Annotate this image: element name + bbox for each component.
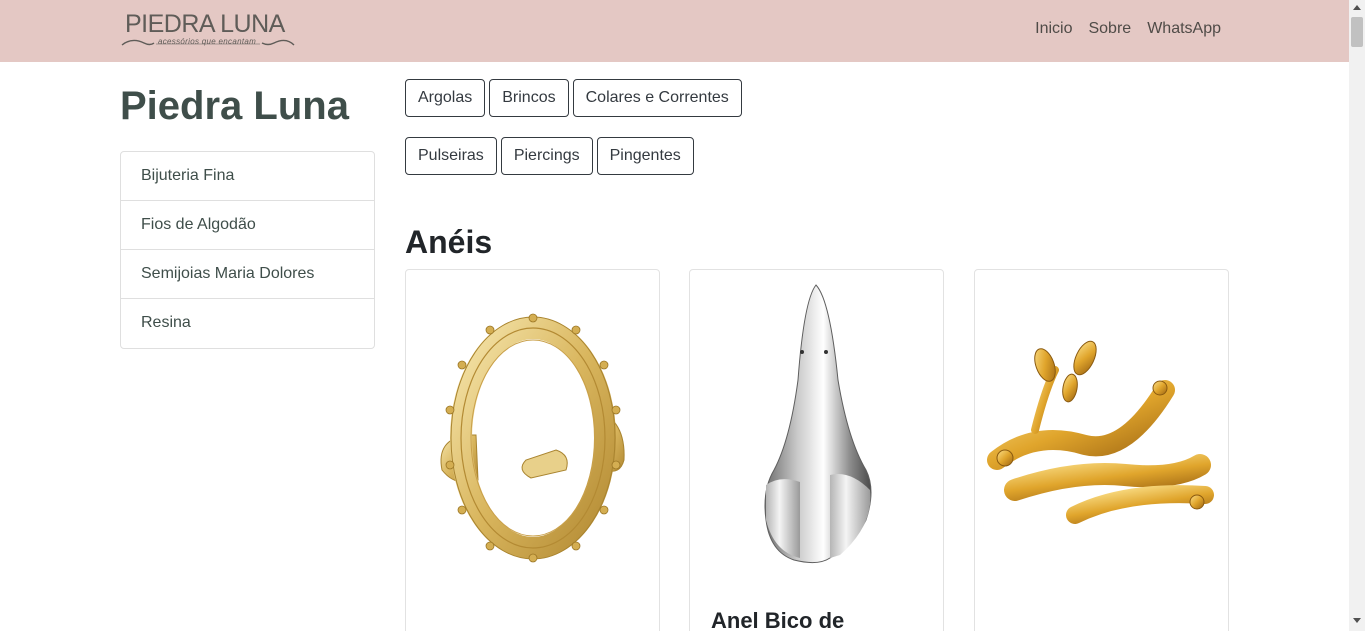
navbar: PIEDRA LUNA acessórios que encantam Inic… (0, 0, 1349, 62)
category-button-argolas[interactable]: Argolas (405, 79, 486, 117)
scroll-down-arrow-icon[interactable] (1353, 618, 1361, 623)
sidebar-item-fios-de-algodao[interactable]: Fios de Algodão (121, 201, 374, 250)
nav-link-sobre[interactable]: Sobre (1088, 20, 1131, 38)
product-image-gold-branch-ring[interactable] (975, 270, 1228, 600)
nav-links: Inicio Sobre WhatsApp (1035, 20, 1221, 38)
category-buttons-row-2: Pulseiras Piercings Pingentes (405, 137, 694, 175)
brand-logo[interactable]: PIEDRA LUNA acessórios que encantam (120, 8, 296, 50)
nav-link-inicio[interactable]: Inicio (1035, 20, 1072, 38)
product-title[interactable]: Anel Bico de (711, 608, 844, 631)
scrollbar[interactable] (1349, 0, 1365, 631)
category-button-piercings[interactable]: Piercings (500, 137, 593, 175)
product-card[interactable] (405, 269, 660, 631)
sidebar-item-bijuteria-fina[interactable]: Bijuteria Fina (121, 152, 374, 201)
sidebar-item-resina[interactable]: Resina (121, 299, 374, 348)
scroll-thumb[interactable] (1351, 17, 1363, 47)
logo-tagline: acessórios que encantam (158, 37, 257, 46)
product-card[interactable]: Anel Bico de (689, 269, 944, 631)
product-image-gold-oval-ring[interactable] (406, 270, 659, 600)
product-image-silver-beak-ring[interactable] (690, 270, 943, 600)
nav-link-whatsapp[interactable]: WhatsApp (1147, 20, 1221, 38)
scroll-up-arrow-icon[interactable] (1353, 5, 1361, 10)
sidebar-title: Piedra Luna (120, 84, 349, 128)
category-button-colares-e-correntes[interactable]: Colares e Correntes (572, 79, 742, 117)
category-button-brincos[interactable]: Brincos (489, 79, 569, 117)
sidebar-list: Bijuteria Fina Fios de Algodão Semijoias… (120, 151, 375, 349)
sidebar-item-semijoias-maria-dolores[interactable]: Semijoias Maria Dolores (121, 250, 374, 299)
category-button-pulseiras[interactable]: Pulseiras (405, 137, 497, 175)
category-button-pingentes[interactable]: Pingentes (596, 137, 694, 175)
section-title: Anéis (405, 224, 493, 260)
category-buttons-row-1: Argolas Brincos Colares e Correntes (405, 79, 742, 117)
product-card[interactable] (974, 269, 1229, 631)
